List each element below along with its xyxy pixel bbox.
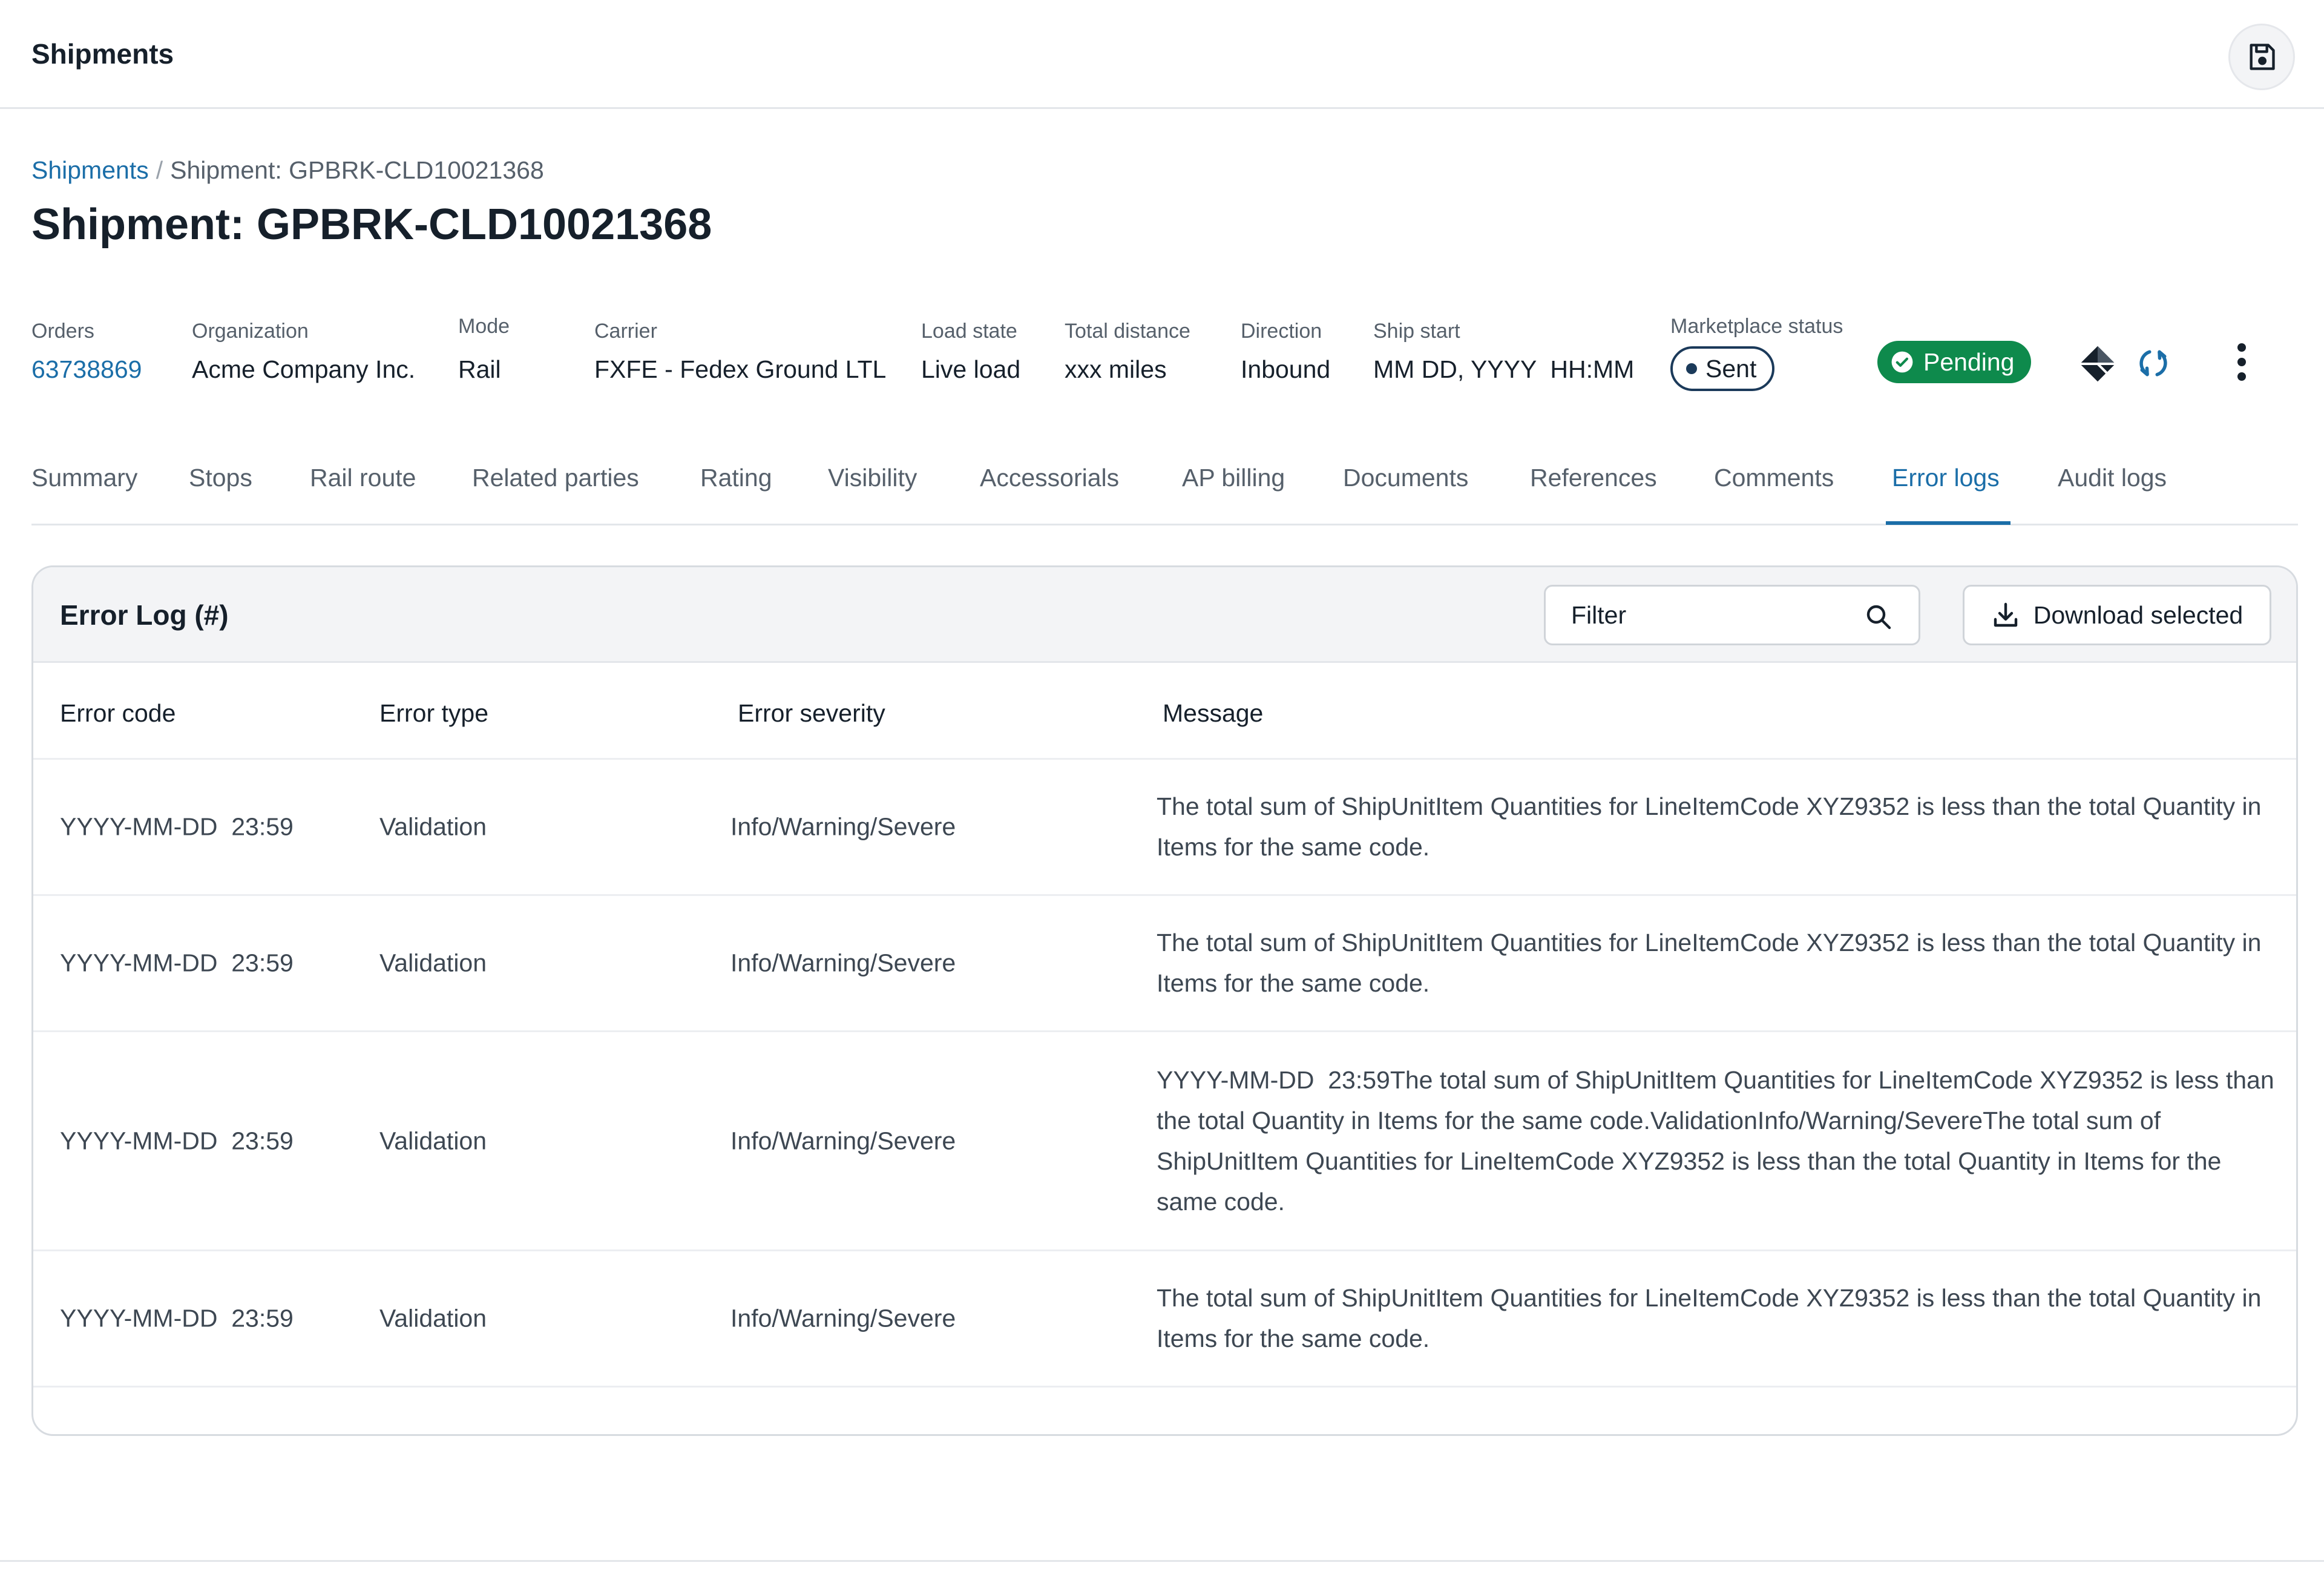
error-severity-cell: Info/Warning/Severe xyxy=(730,812,956,841)
status-badge: Pending xyxy=(1877,341,2032,383)
error-severity-cell: Info/Warning/Severe xyxy=(730,1304,956,1332)
meta-total-distance: Total distance xxx miles xyxy=(1065,320,1190,384)
meta-direction-label: Direction xyxy=(1241,320,1322,343)
marketplace-logo-button[interactable] xyxy=(2072,341,2123,386)
meta-carrier-label: Carrier xyxy=(594,320,657,343)
page-title: Shipment: GPBRK-CLD10021368 xyxy=(31,200,712,249)
error-type-cell: Validation xyxy=(379,1127,487,1154)
error-code-cell: YYYY-MM-DD 23:59 xyxy=(60,949,294,977)
tab-bar: Summary Stops Rail route Related parties… xyxy=(31,448,2298,525)
filter-field xyxy=(1544,585,1920,645)
save-icon xyxy=(2250,44,2275,70)
column-header-message: Message xyxy=(1163,699,1264,727)
error-type-cell: Validation xyxy=(379,812,487,841)
message-cell: YYYY-MM-DD 23:59The total sum of ShipUni… xyxy=(1157,1065,2282,1216)
tab-related-parties[interactable]: Related parties xyxy=(472,464,639,492)
meta-total-distance-label: Total distance xyxy=(1065,320,1190,343)
breadcrumb-separator: / xyxy=(156,156,163,184)
meta-load-state-value: Live load xyxy=(921,355,1021,383)
status-badge-label: Pending xyxy=(1923,347,2015,376)
message-cell: The total sum of ShipUnitItem Quantities… xyxy=(1157,792,2262,861)
error-code-cell: YYYY-MM-DD 23:59 xyxy=(60,1127,294,1154)
tab-audit-logs[interactable]: Audit logs xyxy=(2058,464,2167,492)
tab-accessorials[interactable]: Accessorials xyxy=(980,464,1119,492)
message-cell: The total sum of ShipUnitItem Quantities… xyxy=(1157,1284,2262,1352)
meta-marketplace-status: Marketplace status xyxy=(1670,315,1843,338)
error-log-title: Error Log (#) xyxy=(60,599,229,631)
meta-mode-label: Mode xyxy=(458,315,510,338)
sync-button[interactable] xyxy=(2130,340,2176,386)
tab-stops[interactable]: Stops xyxy=(189,464,252,492)
tab-visibility[interactable]: Visibility xyxy=(828,464,917,492)
meta-carrier-value: FXFE - Fedex Ground LTL xyxy=(594,355,887,383)
filter-input[interactable] xyxy=(1546,587,1919,644)
meta-ship-start-label: Ship start xyxy=(1373,320,1460,343)
check-circle-icon xyxy=(1891,351,1913,373)
error-type-cell: Validation xyxy=(379,1304,487,1332)
table-row[interactable]: YYYY-MM-DD 23:59 Validation Info/Warning… xyxy=(33,1251,2296,1388)
breadcrumb-current: Shipment: GPBRK-CLD10021368 xyxy=(170,156,544,184)
column-header-error-type: Error type xyxy=(379,699,488,727)
meta-direction: Direction Inbound xyxy=(1241,320,1330,384)
meta-load-state-label: Load state xyxy=(921,320,1017,343)
meta-organization-label: Organization xyxy=(192,320,309,343)
meta-organization-value: Acme Company Inc. xyxy=(192,355,416,383)
status-dot-icon xyxy=(1686,363,1697,374)
more-options-button[interactable] xyxy=(2225,337,2259,387)
download-icon xyxy=(1994,602,2017,627)
download-selected-button[interactable]: Download selected xyxy=(1963,585,2271,645)
breadcrumb-link-shipments[interactable]: Shipments xyxy=(31,156,149,184)
sync-icon xyxy=(2139,350,2167,377)
top-bar: Shipments xyxy=(0,0,2324,109)
error-code-cell: YYYY-MM-DD 23:59 xyxy=(60,812,294,841)
error-type-cell: Validation xyxy=(379,949,487,977)
marketplace-status-badge: Sent xyxy=(1670,346,1775,391)
error-severity-cell: Info/Warning/Severe xyxy=(730,1127,956,1154)
table-row[interactable]: YYYY-MM-DD 23:59 Validation Info/Warning… xyxy=(33,896,2296,1032)
more-vertical-icon xyxy=(2237,343,2246,381)
meta-orders-label: Orders xyxy=(31,320,94,343)
breadcrumb: Shipments / Shipment: GPBRK-CLD10021368 xyxy=(31,156,544,185)
meta-orders: Orders 63738869 xyxy=(31,320,142,384)
error-severity-cell: Info/Warning/Severe xyxy=(730,949,956,977)
tab-comments[interactable]: Comments xyxy=(1714,464,1834,492)
meta-organization: Organization Acme Company Inc. xyxy=(192,320,415,384)
meta-ship-start-value: MM DD, YYYY HH:MM xyxy=(1373,355,1635,383)
tab-documents[interactable]: Documents xyxy=(1343,464,1468,492)
search-icon xyxy=(1866,605,1891,630)
error-log-header: Error Log (#) Download selected xyxy=(33,567,2296,663)
tab-error-logs[interactable]: Error logs xyxy=(1892,464,2000,492)
active-tab-indicator xyxy=(1886,521,2011,525)
diamond-logo-icon xyxy=(2079,346,2116,382)
meta-ship-start: Ship start MM DD, YYYY HH:MM xyxy=(1373,320,1634,384)
app-title: Shipments xyxy=(31,38,174,70)
meta-total-distance-value: xxx miles xyxy=(1065,355,1167,383)
tab-summary[interactable]: Summary xyxy=(31,464,137,492)
error-log-card: Error Log (#) Download selected Error co… xyxy=(31,565,2298,1436)
meta-carrier: Carrier FXFE - Fedex Ground LTL xyxy=(594,320,886,384)
tab-rating[interactable]: Rating xyxy=(700,464,772,492)
error-code-cell: YYYY-MM-DD 23:59 xyxy=(60,1304,294,1332)
table-row[interactable]: YYYY-MM-DD 23:59 Validation Info/Warning… xyxy=(33,760,2296,896)
tab-rail-route[interactable]: Rail route xyxy=(310,464,416,492)
meta-orders-link[interactable]: 63738869 xyxy=(31,355,142,384)
tab-references[interactable]: References xyxy=(1530,464,1657,492)
column-header-error-code: Error code xyxy=(60,699,176,727)
meta-direction-value: Inbound xyxy=(1241,355,1331,383)
message-cell: The total sum of ShipUnitItem Quantities… xyxy=(1157,929,2262,997)
table-row[interactable]: YYYY-MM-DD 23:59 Validation Info/Warning… xyxy=(33,1032,2296,1251)
marketplace-status-value: Sent xyxy=(1705,354,1757,383)
column-header-error-severity: Error severity xyxy=(738,699,885,727)
meta-load-state: Load state Live load xyxy=(921,320,1020,384)
tab-ap-billing[interactable]: AP billing xyxy=(1182,464,1285,492)
meta-marketplace-status-label: Marketplace status xyxy=(1670,315,1843,338)
save-button[interactable] xyxy=(2228,24,2295,90)
meta-mode-value: Rail xyxy=(458,355,501,383)
table-header: Error code Error type Error severity Mes… xyxy=(33,663,2296,760)
meta-mode: Mode Rail xyxy=(458,315,510,384)
download-selected-label: Download selected xyxy=(2033,601,2244,629)
footer-divider xyxy=(0,1560,2324,1562)
